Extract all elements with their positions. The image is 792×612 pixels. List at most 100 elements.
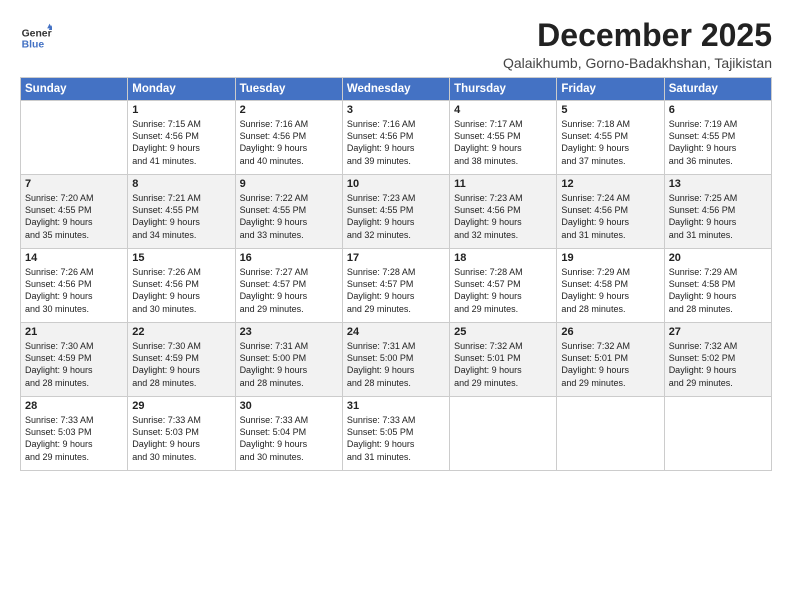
day-number: 8	[132, 178, 230, 190]
calendar-cell: 11 Sunrise: 7:23 AM Sunset: 4:56 PM Dayli…	[450, 175, 557, 249]
day-number: 20	[669, 252, 767, 264]
calendar-cell: 31Sunrise: 7:33 AM Sunset: 5:05 PM Dayli…	[342, 397, 449, 471]
cell-content: Sunrise: 7:22 AM Sunset: 4:55 PM Dayligh…	[240, 192, 338, 241]
calendar-cell	[664, 397, 771, 471]
day-number: 1	[132, 104, 230, 116]
cell-content: Sunrise: 7:30 AM Sunset: 4:59 PM Dayligh…	[132, 340, 230, 389]
weekday-header-saturday: Saturday	[664, 78, 771, 101]
day-number: 2	[240, 104, 338, 116]
calendar-cell	[450, 397, 557, 471]
calendar-week-2: 7 Sunrise: 7:20 AM Sunset: 4:55 PM Daylig…	[21, 175, 772, 249]
calendar-cell: 20Sunrise: 7:29 AM Sunset: 4:58 PM Dayli…	[664, 249, 771, 323]
day-number: 24	[347, 326, 445, 338]
day-number: 29	[132, 400, 230, 412]
day-number: 19	[561, 252, 659, 264]
day-number: 27	[669, 326, 767, 338]
calendar-cell	[557, 397, 664, 471]
cell-content: Sunrise: 7:26 AM Sunset: 4:56 PM Dayligh…	[25, 266, 123, 315]
calendar-cell: 22 Sunrise: 7:30 AM Sunset: 4:59 PM Dayli…	[128, 323, 235, 397]
month-title: December 2025	[503, 18, 772, 53]
day-number: 6	[669, 104, 767, 116]
day-number: 18	[454, 252, 552, 264]
calendar-cell: 23 Sunrise: 7:31 AM Sunset: 5:00 PM Dayli…	[235, 323, 342, 397]
day-number: 21	[25, 326, 123, 338]
cell-content: Sunrise: 7:20 AM Sunset: 4:55 PM Dayligh…	[25, 192, 123, 241]
svg-text:Blue: Blue	[22, 40, 45, 51]
weekday-header-tuesday: Tuesday	[235, 78, 342, 101]
day-number: 17	[347, 252, 445, 264]
cell-content: Sunrise: 7:32 AM Sunset: 5:01 PM Dayligh…	[561, 340, 659, 389]
cell-content: Sunrise: 7:16 AM Sunset: 4:56 PM Dayligh…	[240, 118, 338, 167]
calendar-cell: 29Sunrise: 7:33 AM Sunset: 5:03 PM Dayli…	[128, 397, 235, 471]
cell-content: Sunrise: 7:21 AM Sunset: 4:55 PM Dayligh…	[132, 192, 230, 241]
calendar-cell	[21, 101, 128, 175]
svg-text:General: General	[22, 28, 52, 39]
cell-content: Sunrise: 7:32 AM Sunset: 5:02 PM Dayligh…	[669, 340, 767, 389]
cell-content: Sunrise: 7:23 AM Sunset: 4:55 PM Dayligh…	[347, 192, 445, 241]
calendar-cell: 17 Sunrise: 7:28 AM Sunset: 4:57 PM Dayli…	[342, 249, 449, 323]
calendar-week-1: 1 Sunrise: 7:15 AM Sunset: 4:56 PM Daylig…	[21, 101, 772, 175]
day-number: 13	[669, 178, 767, 190]
calendar-cell: 8 Sunrise: 7:21 AM Sunset: 4:55 PM Daylig…	[128, 175, 235, 249]
cell-content: Sunrise: 7:23 AM Sunset: 4:56 PM Dayligh…	[454, 192, 552, 241]
calendar-cell: 16 Sunrise: 7:27 AM Sunset: 4:57 PM Dayli…	[235, 249, 342, 323]
calendar-cell: 4Sunrise: 7:17 AM Sunset: 4:55 PM Daylig…	[450, 101, 557, 175]
calendar-cell: 19 Sunrise: 7:29 AM Sunset: 4:58 PM Dayli…	[557, 249, 664, 323]
day-number: 3	[347, 104, 445, 116]
calendar-cell: 6 Sunrise: 7:19 AM Sunset: 4:55 PM Daylig…	[664, 101, 771, 175]
day-number: 31	[347, 400, 445, 412]
calendar-cell: 18 Sunrise: 7:28 AM Sunset: 4:57 PM Dayli…	[450, 249, 557, 323]
weekday-header-thursday: Thursday	[450, 78, 557, 101]
calendar-cell: 9 Sunrise: 7:22 AM Sunset: 4:55 PM Daylig…	[235, 175, 342, 249]
weekday-header-wednesday: Wednesday	[342, 78, 449, 101]
weekday-header-monday: Monday	[128, 78, 235, 101]
calendar-cell: 30Sunrise: 7:33 AM Sunset: 5:04 PM Dayli…	[235, 397, 342, 471]
calendar-week-5: 28Sunrise: 7:33 AM Sunset: 5:03 PM Dayli…	[21, 397, 772, 471]
cell-content: Sunrise: 7:32 AM Sunset: 5:01 PM Dayligh…	[454, 340, 552, 389]
day-number: 25	[454, 326, 552, 338]
calendar-cell: 12 Sunrise: 7:24 AM Sunset: 4:56 PM Dayli…	[557, 175, 664, 249]
calendar-cell: 7 Sunrise: 7:20 AM Sunset: 4:55 PM Daylig…	[21, 175, 128, 249]
calendar-cell: 3 Sunrise: 7:16 AM Sunset: 4:56 PM Daylig…	[342, 101, 449, 175]
cell-content: Sunrise: 7:29 AM Sunset: 4:58 PM Dayligh…	[561, 266, 659, 315]
calendar-cell: 28Sunrise: 7:33 AM Sunset: 5:03 PM Dayli…	[21, 397, 128, 471]
day-number: 16	[240, 252, 338, 264]
header: General Blue December 2025 Qalaikhumb, G…	[20, 18, 772, 71]
calendar-cell: 21Sunrise: 7:30 AM Sunset: 4:59 PM Dayli…	[21, 323, 128, 397]
cell-content: Sunrise: 7:31 AM Sunset: 5:00 PM Dayligh…	[240, 340, 338, 389]
day-number: 15	[132, 252, 230, 264]
day-number: 22	[132, 326, 230, 338]
cell-content: Sunrise: 7:16 AM Sunset: 4:56 PM Dayligh…	[347, 118, 445, 167]
calendar-cell: 26 Sunrise: 7:32 AM Sunset: 5:01 PM Dayli…	[557, 323, 664, 397]
day-number: 11	[454, 178, 552, 190]
cell-content: Sunrise: 7:26 AM Sunset: 4:56 PM Dayligh…	[132, 266, 230, 315]
calendar-cell: 15 Sunrise: 7:26 AM Sunset: 4:56 PM Dayli…	[128, 249, 235, 323]
calendar-cell: 5Sunrise: 7:18 AM Sunset: 4:55 PM Daylig…	[557, 101, 664, 175]
cell-content: Sunrise: 7:33 AM Sunset: 5:03 PM Dayligh…	[25, 414, 123, 463]
cell-content: Sunrise: 7:28 AM Sunset: 4:57 PM Dayligh…	[454, 266, 552, 315]
calendar-cell: 1 Sunrise: 7:15 AM Sunset: 4:56 PM Daylig…	[128, 101, 235, 175]
calendar-week-4: 21 Sunrise: 7:30 AM Sunset: 4:59 PM Dayli…	[21, 323, 772, 397]
weekday-header-row: SundayMondayTuesdayWednesdayThursdayFrid…	[21, 78, 772, 101]
calendar-cell: 10 Sunrise: 7:23 AM Sunset: 4:55 PM Dayli…	[342, 175, 449, 249]
day-number: 26	[561, 326, 659, 338]
calendar-cell: 25 Sunrise: 7:32 AM Sunset: 5:01 PM Dayli…	[450, 323, 557, 397]
day-number: 12	[561, 178, 659, 190]
cell-content: Sunrise: 7:24 AM Sunset: 4:56 PM Dayligh…	[561, 192, 659, 241]
cell-content: Sunrise: 7:33 AM Sunset: 5:04 PM Dayligh…	[240, 414, 338, 463]
location: Qalaikhumb, Gorno-Badakhshan, Tajikistan	[503, 55, 772, 71]
calendar-week-3: 14Sunrise: 7:26 AM Sunset: 4:56 PM Dayli…	[21, 249, 772, 323]
logo: General Blue	[20, 22, 56, 54]
day-number: 23	[240, 326, 338, 338]
weekday-header-friday: Friday	[557, 78, 664, 101]
day-number: 10	[347, 178, 445, 190]
day-number: 9	[240, 178, 338, 190]
cell-content: Sunrise: 7:19 AM Sunset: 4:55 PM Dayligh…	[669, 118, 767, 167]
cell-content: Sunrise: 7:28 AM Sunset: 4:57 PM Dayligh…	[347, 266, 445, 315]
day-number: 5	[561, 104, 659, 116]
day-number: 7	[25, 178, 123, 190]
calendar-cell: 13Sunrise: 7:25 AM Sunset: 4:56 PM Dayli…	[664, 175, 771, 249]
calendar-cell: 27 Sunrise: 7:32 AM Sunset: 5:02 PM Dayli…	[664, 323, 771, 397]
cell-content: Sunrise: 7:15 AM Sunset: 4:56 PM Dayligh…	[132, 118, 230, 167]
cell-content: Sunrise: 7:27 AM Sunset: 4:57 PM Dayligh…	[240, 266, 338, 315]
